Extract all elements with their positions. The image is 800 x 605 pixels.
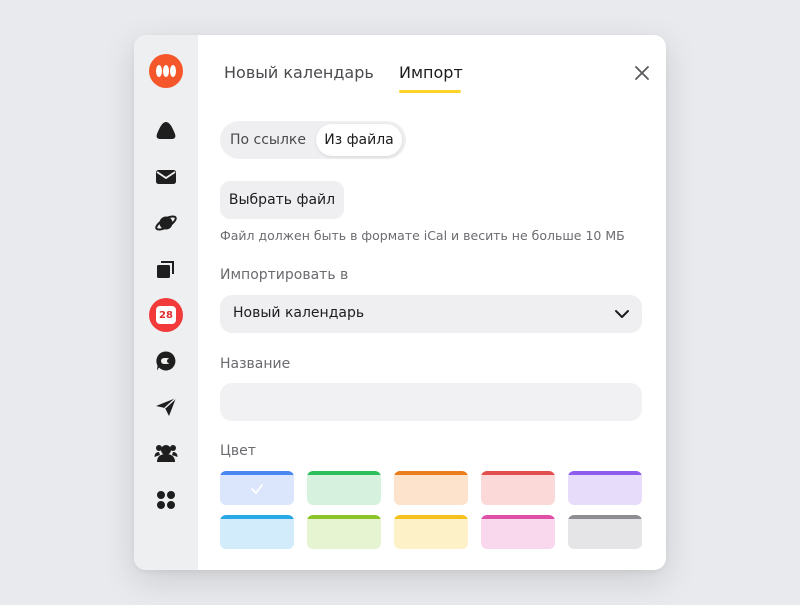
color-swatch-lime[interactable]: [307, 515, 381, 549]
services-sidebar: 28: [134, 35, 198, 570]
import-to-label: Импортировать в: [220, 267, 349, 283]
tab-new-calendar[interactable]: Новый календарь: [224, 63, 374, 82]
color-swatch-green[interactable]: [307, 471, 381, 505]
documents-icon[interactable]: [148, 251, 184, 287]
close-icon[interactable]: [632, 63, 652, 83]
swatch-fill: [481, 519, 555, 549]
color-swatch-red[interactable]: [481, 471, 555, 505]
apps-icon[interactable]: [148, 482, 184, 518]
source-switch: По ссылке Из файла: [220, 121, 406, 159]
name-label: Название: [220, 356, 291, 372]
chevron-down-icon: [615, 310, 629, 318]
swatch-fill: [307, 475, 381, 505]
import-to-value: Новый календарь: [233, 305, 365, 321]
swatch-fill: [394, 475, 468, 505]
swatch-fill: [481, 475, 555, 505]
swatch-fill: [568, 475, 642, 505]
color-swatch-yellow[interactable]: [394, 515, 468, 549]
import-panel: Новый календарь Импорт По ссылке Из файл…: [198, 35, 666, 570]
color-swatch-orange[interactable]: [394, 471, 468, 505]
calendar-icon[interactable]: 28: [148, 297, 184, 333]
swatch-fill: [220, 519, 294, 549]
color-swatch-gray[interactable]: [568, 515, 642, 549]
swatch-fill: [307, 519, 381, 549]
swatch-fill: [394, 519, 468, 549]
logo-icon[interactable]: [149, 54, 183, 88]
import-dialog: 28 Новый календарь Импорт По ссылке Из ф…: [134, 35, 666, 570]
color-swatch-light-blue[interactable]: [220, 515, 294, 549]
choose-file-button[interactable]: Выбрать файл: [220, 181, 344, 219]
active-tab-indicator: [399, 90, 461, 93]
mail-icon[interactable]: [148, 159, 184, 195]
option-from-file[interactable]: Из файла: [316, 124, 402, 156]
check-icon: [251, 484, 263, 494]
color-swatch-purple[interactable]: [568, 471, 642, 505]
send-icon[interactable]: [148, 389, 184, 425]
option-by-link[interactable]: По ссылке: [224, 124, 312, 156]
import-to-select[interactable]: Новый календарь: [220, 295, 642, 333]
color-label: Цвет: [220, 443, 256, 459]
messenger-icon[interactable]: [148, 343, 184, 379]
tab-import[interactable]: Импорт: [399, 63, 463, 82]
calendar-badge: 28: [149, 298, 183, 332]
people-icon[interactable]: [148, 435, 184, 471]
calendar-day-number: 28: [156, 306, 176, 324]
cloud-drop-icon[interactable]: [148, 113, 184, 149]
color-swatch-blue[interactable]: [220, 471, 294, 505]
file-format-hint: Файл должен быть в формате iCal и весить…: [220, 228, 625, 243]
name-input[interactable]: [220, 383, 642, 421]
planet-icon[interactable]: [148, 205, 184, 241]
color-swatch-pink[interactable]: [481, 515, 555, 549]
swatch-fill: [568, 519, 642, 549]
